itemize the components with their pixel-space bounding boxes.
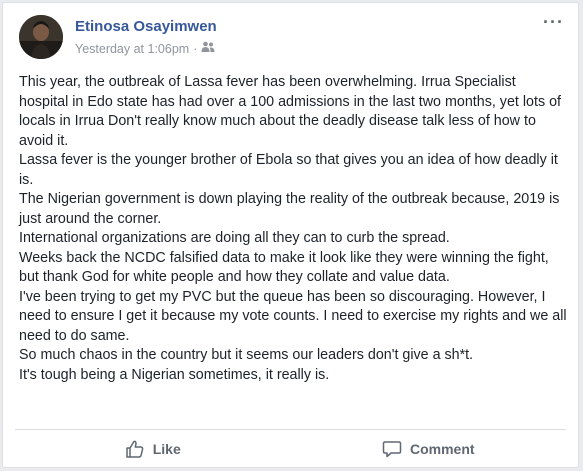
post-paragraph: Weeks back the NCDC falsified data to ma… xyxy=(19,249,549,286)
like-label: Like xyxy=(152,441,181,457)
thumbs-up-icon xyxy=(125,439,145,459)
post-paragraph: I've been trying to get my PVC but the q… xyxy=(19,288,567,344)
post-body: This year, the outbreak of Lassa fever h… xyxy=(19,73,567,385)
post-paragraph: The Nigerian government is down playing … xyxy=(19,191,560,227)
post-card: Etinosa Osayimwen Yesterday at 1:06pm · … xyxy=(2,2,579,468)
actions-divider xyxy=(15,429,566,430)
avatar[interactable] xyxy=(19,15,63,59)
friends-icon[interactable] xyxy=(201,41,215,56)
post-paragraph: Lassa fever is the younger brother of Eb… xyxy=(19,152,558,188)
author-name[interactable]: Etinosa Osayimwen xyxy=(75,18,217,35)
comment-bubble-icon xyxy=(382,439,402,459)
post-paragraph: So much chaos in the country but it seem… xyxy=(19,347,474,363)
ellipsis-icon[interactable]: ··· xyxy=(543,13,564,31)
post-meta: Yesterday at 1:06pm · xyxy=(75,41,215,56)
post-paragraph: It's tough being a Nigerian sometimes, i… xyxy=(19,366,330,383)
like-button[interactable]: Like xyxy=(15,431,291,467)
comment-button[interactable]: Comment xyxy=(291,431,567,467)
meta-separator: · xyxy=(193,41,198,56)
post-header: Etinosa Osayimwen Yesterday at 1:06pm · … xyxy=(19,13,566,61)
post-paragraph: International organizations are doing al… xyxy=(19,230,450,246)
comment-label: Comment xyxy=(409,441,475,457)
post-actions: Like Comment xyxy=(15,431,566,467)
post-paragraph: This year, the outbreak of Lassa fever h… xyxy=(19,74,561,149)
avatar-photo xyxy=(19,15,63,59)
post-timestamp[interactable]: Yesterday at 1:06pm xyxy=(75,42,189,56)
